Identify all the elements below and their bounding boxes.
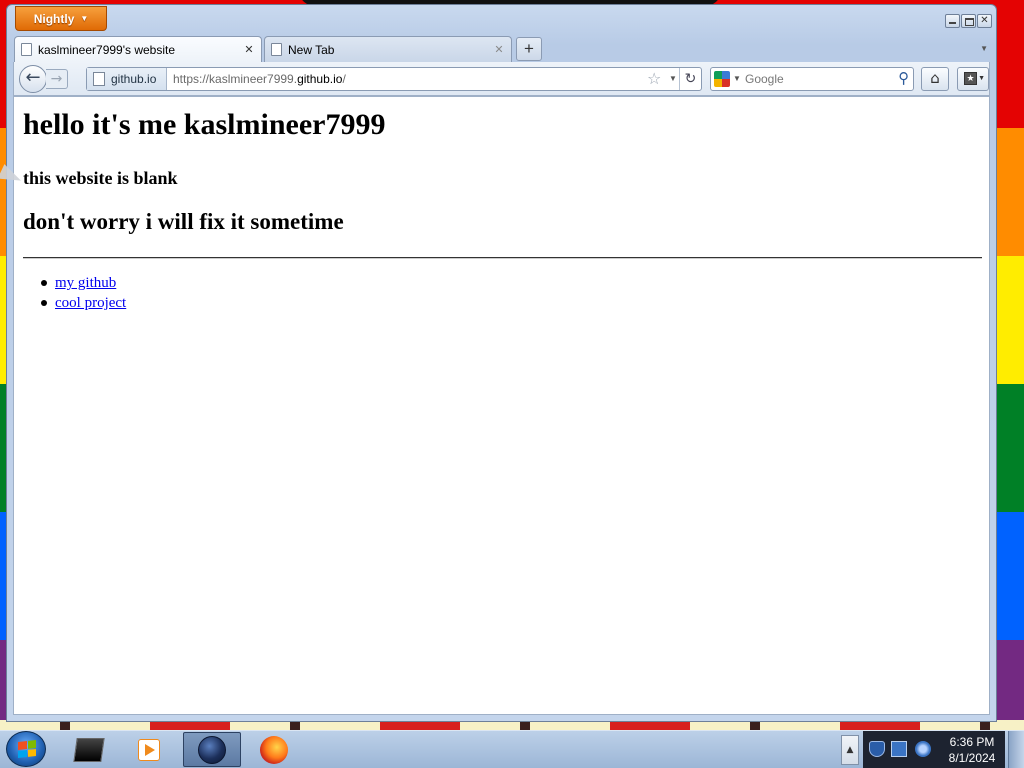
clock-time: 6:36 PM	[949, 735, 995, 749]
security-shield-icon[interactable]	[869, 741, 885, 757]
page-content: hello it's me kaslmineer7999 this websit…	[13, 96, 990, 715]
site-identity-button[interactable]: github.io	[87, 68, 167, 90]
home-button[interactable]: ⌂	[921, 67, 949, 91]
link-list: my github cool project	[41, 273, 126, 313]
start-button[interactable]	[6, 731, 46, 767]
tab-title: kaslmineer7999's website	[38, 42, 176, 57]
taskbar-app-terminal[interactable]	[60, 732, 118, 767]
app-menu-button[interactable]: Nightly ▼	[15, 6, 107, 31]
site-identity-label: github.io	[111, 72, 157, 86]
chevron-down-icon: ▼	[978, 75, 985, 82]
taskbar-app-media-player[interactable]	[120, 732, 178, 767]
bullet-icon	[41, 280, 47, 286]
page-icon	[271, 43, 282, 56]
search-icon[interactable]: ⚲	[898, 69, 909, 87]
horizontal-rule	[23, 257, 982, 259]
minimize-button[interactable]	[945, 14, 960, 28]
search-bar[interactable]: ▼ Google ⚲	[710, 67, 914, 91]
list-item: cool project	[41, 293, 126, 313]
tab-list-chevron-icon[interactable]: ▼	[980, 44, 988, 53]
close-tab-icon[interactable]: ✕	[493, 43, 505, 56]
show-hidden-icons-button[interactable]: ▲	[841, 735, 859, 765]
back-button[interactable]: ←	[19, 65, 47, 93]
taskbar: ▲ 6:36 PM 8/1/2024	[0, 730, 1024, 768]
new-tab-button[interactable]: +	[516, 37, 542, 61]
bullet-icon	[41, 300, 47, 306]
media-player-icon	[138, 738, 160, 761]
page-heading: hello it's me kaslmineer7999	[23, 108, 386, 141]
address-bar[interactable]: github.io https://kaslmineer7999.github.…	[86, 67, 702, 91]
taskbar-app-nightly[interactable]	[183, 732, 241, 767]
list-item: my github	[41, 273, 126, 293]
app-menu-label: Nightly	[33, 11, 75, 26]
window-controls: ✕	[945, 14, 992, 28]
terminal-icon	[73, 737, 105, 762]
tab-title: New Tab	[288, 42, 335, 57]
page-message: don't worry i will fix it sometime	[23, 209, 344, 234]
volume-icon[interactable]	[915, 741, 931, 757]
forward-button[interactable]: →	[46, 69, 68, 89]
close-tab-icon[interactable]: ✕	[243, 43, 255, 56]
chevron-down-icon: ▼	[80, 14, 89, 23]
clock-date: 8/1/2024	[948, 751, 996, 765]
network-icon[interactable]	[891, 741, 907, 757]
windows-logo-icon	[18, 740, 36, 758]
nightly-icon	[198, 735, 226, 764]
maximize-button[interactable]	[961, 14, 976, 28]
cool-project-link[interactable]: cool project	[55, 293, 126, 313]
tab-new-tab[interactable]: New Tab ✕	[264, 36, 512, 62]
bookmarks-icon: ★	[964, 72, 977, 85]
page-icon	[21, 43, 32, 56]
engine-dropdown-icon[interactable]: ▼	[733, 74, 741, 83]
system-tray	[863, 731, 939, 768]
close-window-button[interactable]: ✕	[977, 14, 992, 28]
url-host: github.io	[297, 72, 343, 86]
browser-window: Nightly ▼ ✕ kaslmineer7999's website ✕ N…	[6, 4, 997, 722]
page-subheading: this website is blank	[23, 168, 178, 188]
bookmarks-menu-button[interactable]: ★ ▼	[957, 67, 989, 91]
taskbar-clock[interactable]: 6:36 PM 8/1/2024	[939, 731, 1005, 768]
google-icon[interactable]	[714, 71, 730, 87]
taskbar-app-firefox[interactable]	[245, 732, 303, 767]
url-prefix: https://kaslmineer7999.	[173, 72, 298, 86]
url-text[interactable]: https://kaslmineer7999.github.io/	[173, 72, 346, 86]
reload-button[interactable]: ↻	[679, 68, 701, 90]
bookmark-star-icon[interactable]: ☆	[647, 69, 661, 88]
tab-strip: kaslmineer7999's website ✕ New Tab ✕ + ▼	[13, 36, 990, 62]
github-link[interactable]: my github	[55, 273, 116, 293]
search-input[interactable]: Google	[745, 72, 784, 86]
url-suffix: /	[342, 72, 346, 86]
page-icon	[93, 72, 105, 86]
navigation-toolbar: ← → github.io https://kaslmineer7999.git…	[13, 62, 990, 96]
tab-active[interactable]: kaslmineer7999's website ✕	[14, 36, 262, 62]
history-dropdown-icon[interactable]: ▼	[669, 74, 677, 83]
firefox-icon	[260, 735, 288, 764]
show-desktop-button[interactable]	[1008, 731, 1024, 768]
